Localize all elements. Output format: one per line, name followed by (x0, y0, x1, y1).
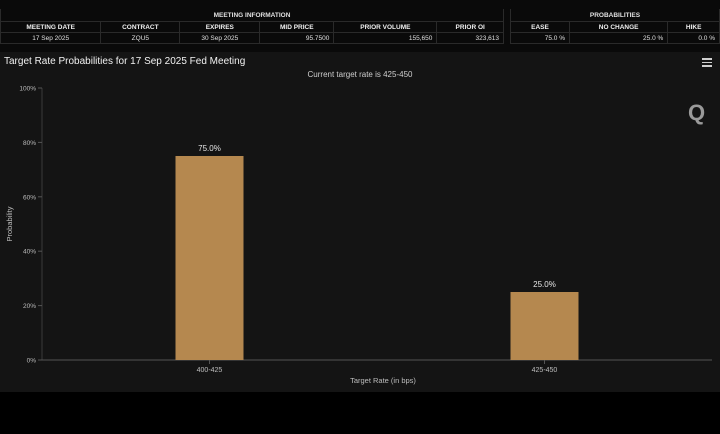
col-no-change: NO CHANGE (568, 21, 669, 33)
x-axis-label: Target Rate (in bps) (350, 376, 416, 385)
hike-value: 0.0 % (667, 32, 720, 44)
meeting-information-header: MEETING INFORMATION (0, 9, 504, 22)
meeting-date-value: 17 Sep 2025 (0, 32, 102, 44)
bar-data-label: 75.0% (198, 144, 221, 153)
col-prior-volume: PRIOR VOLUME (333, 21, 438, 33)
summary-tables: MEETING INFORMATION MEETING DATE CONTRAC… (0, 0, 720, 52)
col-mid-price: MID PRICE (259, 21, 335, 33)
prior-volume-value: 155,650 (333, 32, 438, 44)
x-tick-label: 400-425 (197, 367, 223, 374)
y-tick-label: 20% (23, 303, 36, 310)
bar-data-label: 25.0% (533, 280, 556, 289)
meeting-information-table: MEETING INFORMATION MEETING DATE CONTRAC… (0, 9, 504, 44)
col-expires: EXPIRES (179, 21, 261, 33)
mid-price-value: 95.7500 (259, 32, 335, 44)
prior-oi-value: 323,613 (436, 32, 504, 44)
chart-panel: Target Rate Probabilities for 17 Sep 202… (0, 52, 720, 392)
no-change-value: 25.0 % (568, 32, 669, 44)
bar-425-450 (510, 292, 579, 360)
ease-value: 75.0 % (510, 32, 570, 44)
probabilities-header: PROBABILITIES (510, 9, 720, 22)
bar-chart: 0% 20% 40% 60% 80% 100% Probability 75.0% 400-42… (5, 86, 712, 385)
y-tick-label: 60% (23, 194, 36, 201)
probabilities-table: PROBABILITIES EASE NO CHANGE HIKE 75.0 %… (510, 9, 720, 44)
bar-400-425 (175, 156, 244, 360)
expires-value: 30 Sep 2025 (179, 32, 261, 44)
contract-value: ZQU5 (100, 32, 181, 44)
y-tick-label: 100% (19, 86, 36, 93)
bottom-bar (0, 392, 720, 434)
col-ease: EASE (510, 21, 570, 33)
col-hike: HIKE (667, 21, 720, 33)
col-meeting-date: MEETING DATE (0, 21, 102, 33)
col-prior-oi: PRIOR OI (436, 21, 504, 33)
y-tick-label: 0% (27, 358, 37, 365)
y-tick-label: 40% (23, 249, 36, 256)
col-contract: CONTRACT (100, 21, 181, 33)
y-axis-label: Probability (5, 206, 14, 241)
y-tick-label: 80% (23, 140, 36, 147)
x-tick-label: 425-450 (532, 367, 558, 374)
